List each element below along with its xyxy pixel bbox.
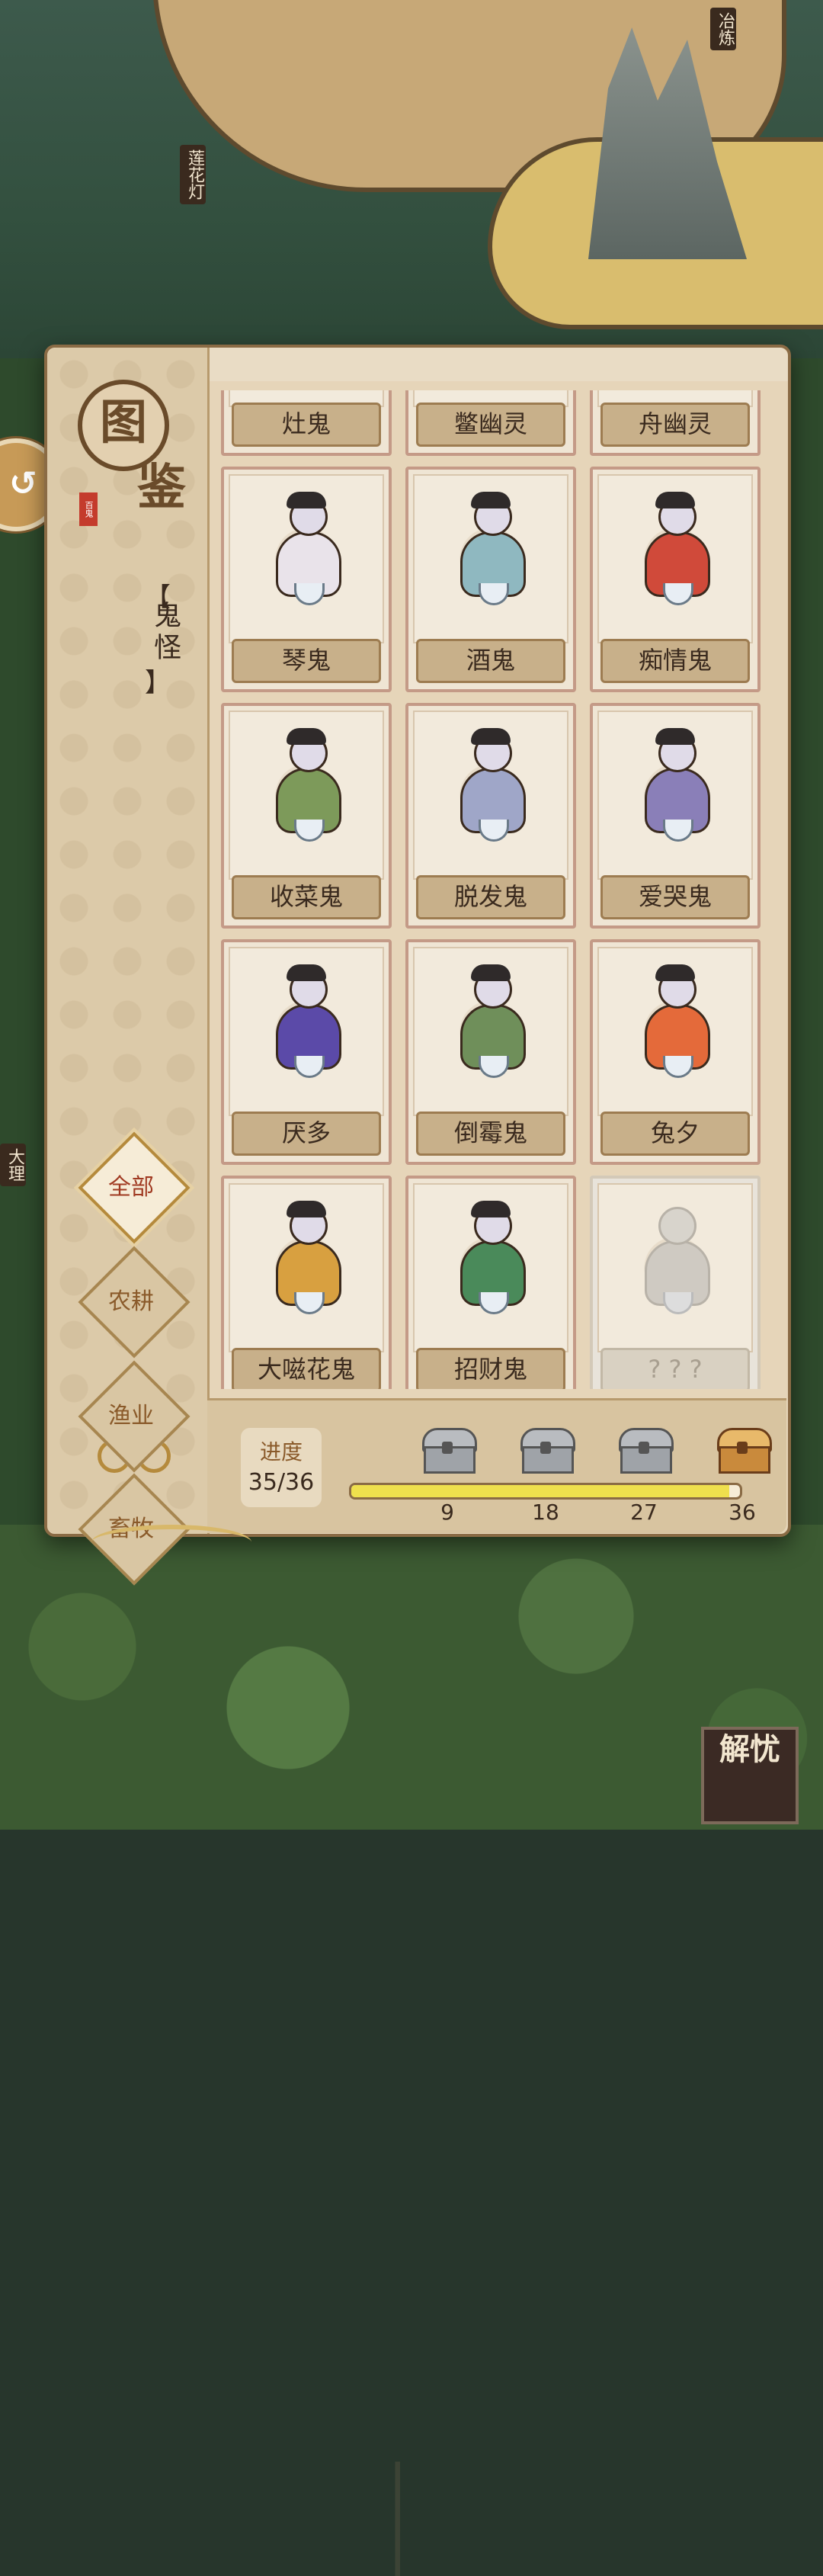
ghost-portrait-icon [629, 489, 721, 605]
swirl-icon: ↺ [9, 464, 37, 503]
milestone-label: 27 [630, 1500, 658, 1525]
tab-label: 渔业 [108, 1403, 154, 1429]
bamboo-decoration [372, 2462, 433, 2576]
card-portrait-frame [597, 474, 753, 643]
ghost-card-locked[interactable]: ? ? ? [590, 1176, 761, 1389]
card-portrait-frame [413, 1183, 568, 1352]
chest-icon[interactable] [619, 1428, 674, 1474]
map-sign-lotus-lamp[interactable]: 莲花灯 [180, 145, 206, 204]
ghost-card[interactable]: 琴鬼 [221, 467, 392, 692]
card-portrait-frame [597, 1183, 753, 1352]
card-portrait-frame [597, 947, 753, 1116]
milestone-label: 18 [532, 1500, 559, 1525]
chest-icon[interactable] [520, 1428, 575, 1474]
card-name: 琴鬼 [232, 639, 381, 683]
ghost-portrait-icon [261, 1198, 352, 1314]
ghost-portrait-icon [445, 961, 536, 1078]
tab-fishery[interactable]: 渔业 [76, 1359, 191, 1473]
ghost-portrait-icon [261, 961, 352, 1078]
ghost-card[interactable]: 收菜鬼 [221, 703, 392, 929]
card-portrait-frame [229, 947, 384, 1116]
map-sign-dali[interactable]: 大理 [0, 1144, 26, 1186]
tab-label: 农耕 [108, 1288, 154, 1315]
ghost-card[interactable]: 酒鬼 [405, 467, 576, 692]
card-portrait-frame [229, 474, 384, 643]
ghost-card[interactable]: 痴情鬼 [590, 467, 761, 692]
ghost-portrait-icon [261, 725, 352, 842]
collection-panel: 图 鉴 百鬼 【 鬼怪 】 全部 农耕 渔业 畜牧 灶鬼 鳖幽灵 舟幽灵琴鬼 酒鬼 痴情… [44, 345, 791, 2576]
ghost-card[interactable]: 爱哭鬼 [590, 703, 761, 929]
title-seal-bottom: 鉴 [137, 460, 186, 516]
card-portrait-frame [413, 711, 568, 880]
card-name: 大嗞花鬼 [232, 1348, 381, 1389]
locked-ghost-silhouette-icon [629, 1198, 721, 1314]
card-name: 舟幽灵 [600, 403, 750, 447]
ghost-card[interactable]: 招财鬼 [405, 1176, 576, 1389]
progress-count: 35/36 [248, 1469, 315, 1496]
category-bracket-close: 】 [145, 668, 171, 698]
ghost-card[interactable]: 灶鬼 [221, 390, 392, 456]
ghost-portrait-icon [445, 725, 536, 842]
milestone-label: 9 [440, 1500, 454, 1525]
card-portrait-frame [413, 947, 568, 1116]
ghost-portrait-icon [629, 725, 721, 842]
card-name: 痴情鬼 [600, 639, 750, 683]
progress-label-box: 进度 35/36 [241, 1428, 322, 1507]
ghost-card[interactable]: 厌多 [221, 939, 392, 1165]
mini-red-seal: 百鬼 [79, 492, 98, 526]
ghost-card[interactable]: 大嗞花鬼 [221, 1176, 392, 1389]
ghost-portrait-icon [445, 1198, 536, 1314]
card-portrait-frame [229, 1183, 384, 1352]
card-name: 鳖幽灵 [416, 403, 565, 447]
card-portrait-frame [597, 711, 753, 880]
ghost-card[interactable]: 倒霉鬼 [405, 939, 576, 1165]
card-name: 兔夕 [600, 1112, 750, 1156]
tab-farming[interactable]: 农耕 [76, 1244, 191, 1359]
ghost-portrait-icon [445, 489, 536, 605]
card-portrait-frame [229, 711, 384, 880]
card-name: ? ? ? [600, 1348, 750, 1389]
corner-seal-button[interactable]: 解忧 [701, 1727, 799, 1824]
card-name: 收菜鬼 [232, 875, 381, 919]
ghost-portrait-icon [629, 961, 721, 1078]
card-name: 招财鬼 [416, 1348, 565, 1389]
ghost-card[interactable]: 脱发鬼 [405, 703, 576, 929]
ghost-card[interactable]: 兔夕 [590, 939, 761, 1165]
card-name: 爱哭鬼 [600, 875, 750, 919]
scroll-ribbon-decoration [91, 1525, 251, 1560]
progress-bar-fill [351, 1485, 729, 1497]
card-portrait-frame [413, 474, 568, 643]
card-name: 厌多 [232, 1112, 381, 1156]
tab-all[interactable]: 全部 [76, 1130, 191, 1244]
chest-icon[interactable] [422, 1428, 477, 1474]
card-name: 酒鬼 [416, 639, 565, 683]
sidebar: 图 鉴 百鬼 【 鬼怪 】 全部 农耕 渔业 畜牧 [47, 348, 210, 1586]
category-title: 鬼怪 [149, 601, 181, 665]
milestone-label: 36 [729, 1500, 756, 1525]
collection-progress: 进度 35/36 9 18 27 36 [207, 1398, 786, 2576]
progress-bar [349, 1483, 742, 1500]
progress-label: 进度 [259, 1439, 303, 1464]
ghost-card[interactable]: 舟幽灵 [590, 390, 761, 456]
ghost-card-grid[interactable]: 灶鬼 鳖幽灵 舟幽灵琴鬼 酒鬼 痴情鬼收菜鬼 脱发鬼 爱哭鬼厌多 倒霉鬼 兔夕大嗞花鬼 招财鬼 ? … [221, 390, 779, 1389]
tab-label: 全部 [108, 1174, 154, 1201]
gold-chest-icon[interactable] [717, 1428, 772, 1474]
card-name: 脱发鬼 [416, 875, 565, 919]
ghost-portrait-icon [261, 489, 352, 605]
ghost-card[interactable]: 鳖幽灵 [405, 390, 576, 456]
map-sign-smelting[interactable]: 冶炼 [710, 8, 736, 50]
card-name: 倒霉鬼 [416, 1112, 565, 1156]
card-name: 灶鬼 [232, 403, 381, 447]
